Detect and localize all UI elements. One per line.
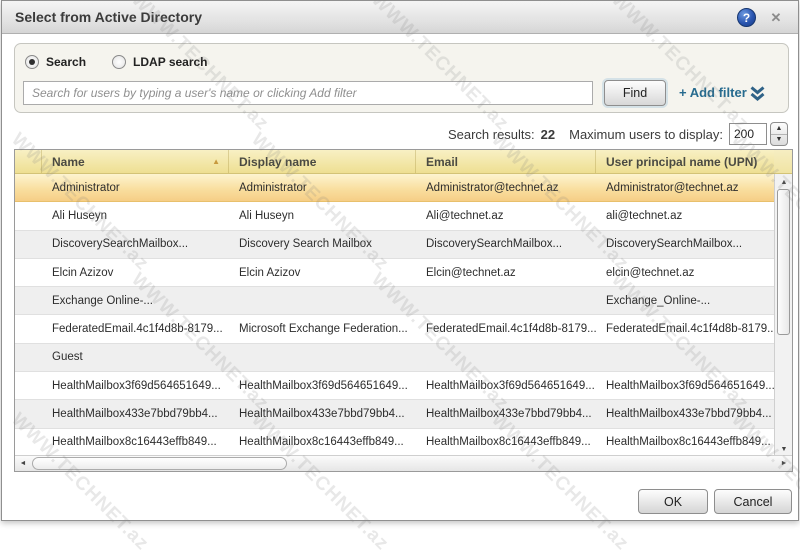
row-cell: HealthMailbox433e7bbd79bb4... (426, 408, 592, 421)
row-cell: HealthMailbox3f69d564651649... (606, 379, 774, 392)
row-cell: HealthMailbox433e7bbd79bb4... (606, 408, 772, 421)
close-icon[interactable]: ✕ (768, 10, 784, 26)
row-cell: Administrator (239, 181, 307, 194)
column-header-display-name-label: Display name (239, 154, 317, 169)
column-header-name-label: Name (52, 154, 85, 169)
row-cell: DiscoverySearchMailbox... (426, 238, 563, 251)
row-cell: ali@technet.az (606, 209, 683, 222)
row-cell: DiscoverySearchMailbox... (606, 238, 743, 251)
vertical-scrollbar[interactable]: ▲ ▼ (774, 174, 792, 457)
column-header-email-label: Email (426, 154, 459, 169)
spinner-buttons: ▲ ▼ (770, 122, 788, 146)
search-results-count: 22 (540, 126, 556, 142)
table-row[interactable]: Exchange Online-... Exchange_Online-... (15, 287, 774, 316)
row-cell: HealthMailbox3f69d564651649... (426, 379, 595, 392)
table-row[interactable]: FederatedEmail.4c1f4d8b-8179... Microsoft… (15, 315, 774, 344)
scroll-left-icon[interactable]: ◄ (15, 456, 31, 471)
spinner-up-icon[interactable]: ▲ (771, 123, 787, 135)
results-table: Name ▲ Display name Email User principal… (14, 149, 793, 472)
row-cell: Microsoft Exchange Federation... (239, 323, 408, 336)
row-cell: Discovery Search Mailbox (239, 238, 372, 251)
row-cell: Administrator (52, 181, 120, 194)
search-results-label: Search results: (447, 126, 535, 142)
titlebar: Select from Active Directory ? ✕ (2, 1, 798, 34)
row-cell: FederatedEmail.4c1f4d8b-8179... (606, 323, 774, 336)
horizontal-scrollbar[interactable]: ◄ ► (15, 455, 792, 471)
search-mode-radios: Search LDAP search (25, 55, 208, 69)
table-row[interactable]: Guest (15, 343, 774, 373)
radio-ldap-label: LDAP search (133, 55, 208, 69)
radio-unselected-icon[interactable] (112, 55, 127, 69)
table-header: Name ▲ Display name Email User principal… (15, 150, 792, 174)
sort-ascending-icon: ▲ (212, 157, 220, 166)
column-header-upn-label: User principal name (UPN) (606, 154, 758, 169)
table-row[interactable]: Administrator Administrator Administrator@… (15, 174, 774, 203)
table-row[interactable]: HealthMailbox433e7bbd79bb4... HealthMailb… (15, 400, 774, 429)
row-cell: Administrator@technet.az (606, 181, 739, 194)
table-row[interactable]: Ali Huseyn Ali Huseyn Ali@technet.az ali@te… (15, 202, 774, 231)
radio-search[interactable]: Search (25, 55, 86, 69)
row-cell: DiscoverySearchMailbox... (52, 238, 189, 251)
radio-ldap-search[interactable]: LDAP search (112, 55, 208, 69)
row-cell: Administrator@technet.az (426, 181, 559, 194)
row-cell: FederatedEmail.4c1f4d8b-8179... (426, 323, 596, 336)
row-cell: HealthMailbox3f69d564651649... (52, 379, 221, 392)
row-cell: Elcin Azizov (239, 266, 301, 279)
header-scrollbar-spacer (774, 150, 792, 173)
radio-search-label: Search (46, 55, 87, 69)
table-body: Administrator Administrator Administrator@… (15, 174, 792, 457)
row-cell: Exchange Online-... (52, 294, 154, 307)
row-cell: FederatedEmail.4c1f4d8b-8179... (52, 323, 223, 336)
dialog-title: Select from Active Directory (15, 9, 202, 25)
find-button[interactable]: Find (604, 80, 666, 106)
horizontal-scroll-thumb[interactable] (32, 457, 287, 470)
search-input[interactable] (23, 81, 593, 105)
cancel-button[interactable]: Cancel (714, 489, 792, 514)
row-cell: elcin@technet.az (606, 266, 695, 279)
table-row[interactable]: DiscoverySearchMailbox... Discovery Searc… (15, 230, 774, 259)
table-row[interactable]: Elcin Azizov Elcin Azizov Elcin@technet.az… (15, 258, 774, 288)
row-cell: HealthMailbox8c16443effb849... (606, 436, 771, 449)
row-cell: Ali@technet.az (426, 209, 504, 222)
scroll-right-icon[interactable]: ► (776, 456, 792, 471)
row-cell: Ali Huseyn (52, 209, 107, 222)
row-cell: HealthMailbox8c16443effb849... (52, 436, 217, 449)
spinner-down-icon[interactable]: ▼ (771, 135, 787, 146)
row-cell: Guest (52, 351, 83, 364)
results-bar: Search results: 22 Maximum users to disp… (448, 121, 788, 147)
row-cell: Ali Huseyn (239, 209, 294, 222)
ok-button[interactable]: OK (638, 489, 708, 514)
column-header-display-name[interactable]: Display name (229, 150, 416, 173)
select-from-active-directory-dialog: Select from Active Directory ? ✕ Search … (1, 0, 800, 555)
header-gutter-cell (15, 150, 42, 173)
row-cell: HealthMailbox433e7bbd79bb4... (239, 408, 405, 421)
table-row[interactable]: HealthMailbox3f69d564651649... HealthMail… (15, 372, 774, 401)
help-icon[interactable]: ? (737, 8, 756, 27)
search-panel: Search LDAP search Find + Add filter (14, 43, 789, 113)
radio-selected-icon[interactable] (25, 55, 39, 69)
row-cell: HealthMailbox8c16443effb849... (426, 436, 591, 449)
row-cell: Elcin Azizov (52, 266, 114, 279)
add-filter-link[interactable]: + Add filter (679, 85, 747, 100)
column-header-upn[interactable]: User principal name (UPN) (596, 150, 774, 173)
table-row[interactable]: HealthMailbox8c16443effb849... HealthMail… (15, 428, 774, 457)
row-cell: HealthMailbox8c16443effb849... (239, 436, 404, 449)
row-cell: HealthMailbox433e7bbd79bb4... (52, 408, 218, 421)
max-users-spinner: ▲▼ (729, 122, 788, 146)
column-header-email[interactable]: Email (416, 150, 596, 173)
row-cell: Exchange_Online-... (606, 294, 711, 307)
scroll-up-icon[interactable]: ▲ (775, 174, 793, 190)
row-cell: HealthMailbox3f69d564651649... (239, 379, 408, 392)
max-users-input[interactable] (729, 123, 767, 145)
row-cell: Elcin@technet.az (426, 266, 516, 279)
column-header-name[interactable]: Name ▲ (42, 150, 229, 173)
vertical-scroll-thumb[interactable] (777, 189, 790, 335)
chevron-double-down-icon[interactable] (749, 86, 766, 107)
max-users-label: Maximum users to display: (569, 126, 723, 142)
